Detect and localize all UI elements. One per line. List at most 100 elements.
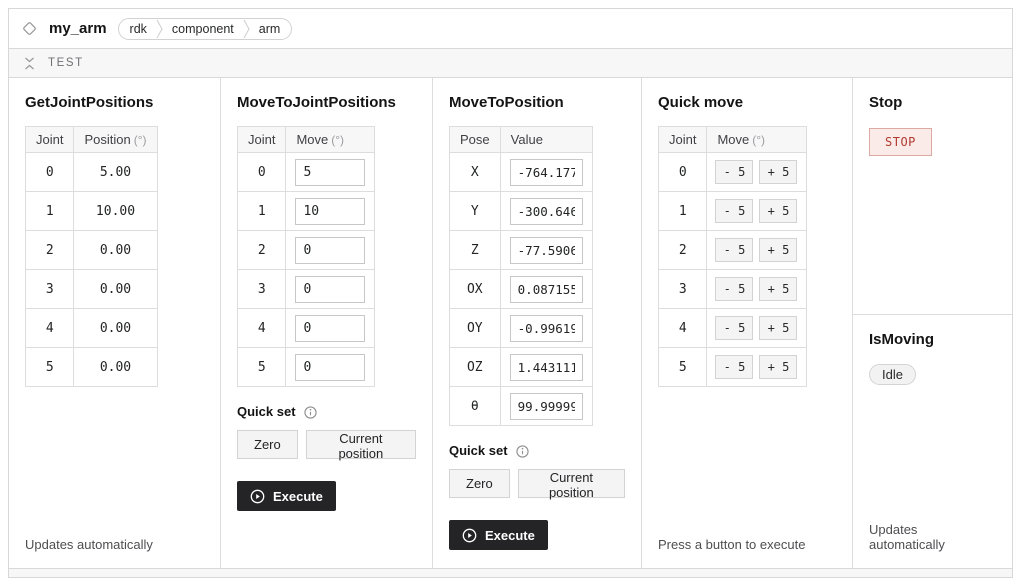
joint-move-input[interactable] <box>295 315 365 342</box>
column-header-joint: Joint <box>26 127 74 153</box>
execute-button[interactable]: Execute <box>237 481 336 511</box>
pose-value-input[interactable] <box>510 315 583 342</box>
quick-set-buttons: Zero Current position <box>237 430 416 459</box>
plus-5-button[interactable]: + 5 <box>759 238 797 262</box>
joint-index: 2 <box>238 231 286 270</box>
plus-5-button[interactable]: + 5 <box>759 160 797 184</box>
current-position-button[interactable]: Current position <box>518 469 625 498</box>
plus-5-button[interactable]: + 5 <box>759 277 797 301</box>
joint-move-input[interactable] <box>295 237 365 264</box>
joint-index: 2 <box>659 231 707 270</box>
table-row: 2 <box>238 231 375 270</box>
table-row: 2 - 5+ 5 <box>659 231 807 270</box>
breadcrumb: rdk component arm <box>118 18 293 40</box>
zero-button[interactable]: Zero <box>449 469 510 498</box>
table-row: 30.00 <box>26 270 158 309</box>
pose-value-input[interactable] <box>510 393 583 420</box>
quick-set-buttons: Zero Current position <box>449 469 625 498</box>
degree-unit: (°) <box>331 133 344 147</box>
joint-index: 3 <box>238 270 286 309</box>
column-header-move: Move(°) <box>286 127 375 153</box>
current-position-button[interactable]: Current position <box>306 430 416 459</box>
table-row: 20.00 <box>26 231 158 270</box>
column-header-joint: Joint <box>659 127 707 153</box>
pose-value-input[interactable] <box>510 354 583 381</box>
joint-index: 0 <box>26 153 74 192</box>
minus-5-button[interactable]: - 5 <box>715 355 753 379</box>
table-row: 40.00 <box>26 309 158 348</box>
play-icon <box>462 528 477 543</box>
pose-value-input[interactable] <box>510 159 583 186</box>
arm-test-card: my_arm rdk component arm TEST GetJointPo… <box>8 8 1013 578</box>
panel-stop-ismoving: Stop STOP IsMoving Idle Updates automati… <box>853 78 1012 568</box>
pose-value-input[interactable] <box>510 198 583 225</box>
table-row: 4- 5+ 5 <box>659 309 807 348</box>
panel-quick-move: Quick move Joint Move(°) 0- 5+ 5 1- 5+ 5… <box>642 78 853 568</box>
minus-5-button[interactable]: - 5 <box>715 160 753 184</box>
pose-table: Pose Value X Y Z OX OY OZ θ <box>449 126 593 426</box>
next-section-bar[interactable] <box>9 569 1012 577</box>
press-button-note: Press a button to execute <box>658 537 805 552</box>
table-row: 5 - 5+ 5 <box>659 348 807 387</box>
table-row: 50.00 <box>26 348 158 387</box>
joint-index: 1 <box>659 192 707 231</box>
quick-set-row: Quick set <box>237 404 317 420</box>
joint-index: 1 <box>238 192 286 231</box>
breadcrumb-rdk: rdk <box>130 22 147 36</box>
pose-value-input[interactable] <box>510 237 583 264</box>
pose-value-input[interactable] <box>510 276 583 303</box>
table-row: 3 - 5+ 5 <box>659 270 807 309</box>
panel-title: GetJointPositions <box>25 93 153 112</box>
quick-set-label: Quick set <box>449 443 508 459</box>
degree-unit: (°) <box>752 133 765 147</box>
column-header-joint: Joint <box>238 127 286 153</box>
joint-move-input[interactable] <box>295 159 365 186</box>
page: my_arm rdk component arm TEST GetJointPo… <box>0 0 1021 581</box>
zero-button[interactable]: Zero <box>237 430 298 459</box>
info-icon[interactable] <box>516 445 529 458</box>
minus-5-button[interactable]: - 5 <box>715 277 753 301</box>
joint-move-input[interactable] <box>295 276 365 303</box>
info-icon[interactable] <box>304 406 317 419</box>
table-row: 110.00 <box>26 192 158 231</box>
panel-title: Stop <box>869 93 902 112</box>
minus-5-button[interactable]: - 5 <box>715 316 753 340</box>
pose-label: X <box>450 153 501 192</box>
plus-5-button[interactable]: + 5 <box>759 355 797 379</box>
joint-move-input[interactable] <box>295 354 365 381</box>
table-header-row: Joint Move(°) <box>238 127 375 153</box>
quick-move-table: Joint Move(°) 0- 5+ 5 1- 5+ 5 2- 5+ 5 3-… <box>658 126 807 387</box>
table-row: X <box>450 153 593 192</box>
table-row: 5 <box>238 348 375 387</box>
pose-label: OY <box>450 309 501 348</box>
joint-positions-table: Joint Position(°) 05.00 110.00 20.00 30.… <box>25 126 158 387</box>
joint-index: 4 <box>26 309 74 348</box>
pose-label: Y <box>450 192 501 231</box>
table-row: Y <box>450 192 593 231</box>
test-section-toggle[interactable]: TEST <box>9 48 1012 78</box>
minus-5-button[interactable]: - 5 <box>715 238 753 262</box>
breadcrumb-arm: arm <box>259 22 281 36</box>
table-row: 05.00 <box>26 153 158 192</box>
plus-5-button[interactable]: + 5 <box>759 199 797 223</box>
joint-index: 3 <box>659 270 707 309</box>
joint-index: 1 <box>26 192 74 231</box>
joint-position-value: 0.00 <box>74 231 157 270</box>
joint-position-value: 10.00 <box>74 192 157 231</box>
pose-label: θ <box>450 387 501 426</box>
status-badge: Idle <box>869 364 916 385</box>
updates-automatically-note: Updates automatically <box>869 522 996 552</box>
table-row: θ <box>450 387 593 426</box>
panel-move-to-joint-positions: MoveToJointPositions Joint Move(°) 0 1 2… <box>221 78 433 568</box>
table-header-row: Pose Value <box>450 127 593 153</box>
joint-index: 5 <box>659 348 707 387</box>
joint-index: 5 <box>238 348 286 387</box>
diamond-icon <box>21 20 38 37</box>
joint-move-input[interactable] <box>295 198 365 225</box>
plus-5-button[interactable]: + 5 <box>759 316 797 340</box>
joint-index: 0 <box>659 153 707 192</box>
execute-button[interactable]: Execute <box>449 520 548 550</box>
test-section-label: TEST <box>48 57 84 69</box>
minus-5-button[interactable]: - 5 <box>715 199 753 223</box>
stop-button[interactable]: STOP <box>869 128 932 156</box>
